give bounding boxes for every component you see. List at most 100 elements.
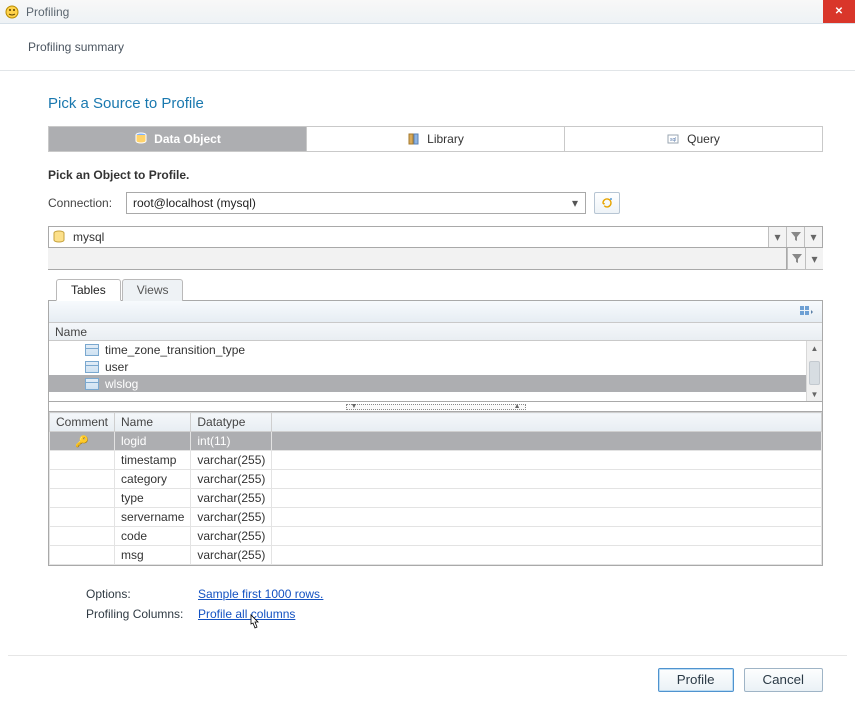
database-menu-arrow[interactable]: ▾: [804, 227, 822, 247]
section-title: Pick a Source to Profile: [48, 95, 823, 112]
app-icon: [4, 4, 20, 20]
splitter[interactable]: ▼▲: [48, 402, 823, 412]
name-cell: logid: [115, 432, 191, 451]
blank-cell: [272, 451, 822, 470]
datatype-cell: int(11): [191, 432, 272, 451]
blank-cell: [272, 489, 822, 508]
tab-data-object-label: Data Object: [154, 132, 221, 146]
refresh-connection-button[interactable]: [594, 192, 620, 214]
filter-icon[interactable]: [787, 248, 805, 270]
summary-label: Profiling summary: [0, 24, 855, 64]
table-tree-item[interactable]: user: [49, 358, 822, 375]
col-datatype-header[interactable]: Datatype: [191, 413, 272, 432]
database-icon: [49, 230, 69, 244]
key-cell: 🔑: [50, 432, 115, 451]
database-dropdown-arrow[interactable]: ▾: [768, 227, 786, 247]
datatype-cell: varchar(255): [191, 470, 272, 489]
column-row[interactable]: categoryvarchar(255): [50, 470, 822, 489]
name-cell: timestamp: [115, 451, 191, 470]
data-object-icon: [134, 132, 148, 146]
chevron-down-icon: ▾: [567, 196, 583, 210]
tables-panel: Name time_zone_transition_typeuser wlslog…: [48, 300, 823, 402]
source-tab-bar: Data Object Library sql Query: [48, 126, 823, 152]
profile-button[interactable]: Profile: [658, 668, 734, 692]
window-titlebar: Profiling ✕: [0, 0, 855, 24]
blank-cell: [272, 527, 822, 546]
database-filter-icon[interactable]: [786, 227, 804, 247]
tab-library[interactable]: Library: [307, 127, 565, 151]
datatype-cell: varchar(255): [191, 451, 272, 470]
database-selector[interactable]: mysql ▾ ▾: [48, 226, 823, 248]
column-row[interactable]: timestampvarchar(255): [50, 451, 822, 470]
blank-cell: [272, 432, 822, 451]
options-block: Options: Sample first 1000 rows. Profili…: [86, 584, 823, 624]
connection-row: Connection: root@localhost (mysql) ▾: [48, 192, 823, 214]
tab-data-object[interactable]: Data Object: [49, 127, 307, 151]
profile-all-columns-link[interactable]: Profile all columns: [198, 607, 295, 621]
column-row[interactable]: 🔑 logidint(11): [50, 432, 822, 451]
button-bar: Profile Cancel: [658, 668, 823, 692]
profiling-columns-label: Profiling Columns:: [86, 607, 198, 621]
options-label: Options:: [86, 587, 198, 601]
columns-grid: Comment Name Datatype 🔑 logidint(11)times…: [48, 412, 823, 566]
blank-cell: [272, 470, 822, 489]
library-icon: [407, 132, 421, 146]
scroll-up-icon[interactable]: ▲: [807, 341, 822, 355]
view-options-button[interactable]: [798, 304, 816, 320]
table-tree-item-label: time_zone_transition_type: [105, 343, 245, 357]
connection-dropdown[interactable]: root@localhost (mysql) ▾: [126, 192, 586, 214]
connection-label: Connection:: [48, 196, 118, 210]
filter-menu-arrow[interactable]: ▾: [805, 248, 823, 270]
tables-views-tabbar: Tables Views: [48, 278, 823, 300]
datatype-cell: varchar(255): [191, 508, 272, 527]
name-cell: servername: [115, 508, 191, 527]
datatype-cell: varchar(255): [191, 527, 272, 546]
name-column-header[interactable]: Name: [49, 323, 822, 341]
table-tree-item[interactable]: wlslog: [49, 375, 822, 392]
col-name-header[interactable]: Name: [115, 413, 191, 432]
key-cell: [50, 489, 115, 508]
tab-views[interactable]: Views: [122, 279, 184, 301]
filter-input[interactable]: [48, 248, 787, 270]
table-tree-item[interactable]: time_zone_transition_type: [49, 341, 822, 358]
sample-rows-text: Sample first 1000 rows.: [198, 587, 323, 601]
connection-value: root@localhost (mysql): [133, 196, 567, 210]
column-row[interactable]: msgvarchar(255): [50, 546, 822, 565]
scroll-down-icon[interactable]: ▼: [807, 387, 822, 401]
scrollbar[interactable]: ▲ ▼: [806, 341, 822, 401]
table-tree-item-label: wlslog: [105, 377, 138, 391]
window-title: Profiling: [26, 5, 823, 19]
svg-text:sql: sql: [670, 137, 676, 143]
scroll-thumb[interactable]: [809, 361, 820, 385]
tab-query[interactable]: sql Query: [565, 127, 822, 151]
tables-toolbar: [49, 301, 822, 323]
table-icon: [85, 378, 99, 390]
sample-rows-link[interactable]: Sample first 1000 rows.: [198, 587, 323, 601]
key-cell: [50, 527, 115, 546]
key-cell: [50, 508, 115, 527]
column-row[interactable]: typevarchar(255): [50, 489, 822, 508]
name-cell: category: [115, 470, 191, 489]
key-cell: [50, 451, 115, 470]
tab-views-label: Views: [137, 283, 169, 297]
profile-all-columns-text: Profile all columns: [198, 607, 295, 621]
cancel-button[interactable]: Cancel: [744, 668, 824, 692]
tab-tables[interactable]: Tables: [56, 279, 121, 301]
profile-button-label: Profile: [677, 669, 715, 691]
close-icon: ✕: [835, 6, 843, 17]
cancel-button-label: Cancel: [763, 669, 805, 691]
column-row[interactable]: codevarchar(255): [50, 527, 822, 546]
col-comment-header[interactable]: Comment: [50, 413, 115, 432]
tab-tables-label: Tables: [71, 283, 106, 297]
database-value: mysql: [69, 230, 768, 244]
close-button[interactable]: ✕: [823, 0, 855, 23]
tab-query-label: Query: [687, 132, 720, 146]
table-tree-item-label: user: [105, 360, 128, 374]
tab-library-label: Library: [427, 132, 464, 146]
key-icon: 🔑: [75, 436, 89, 448]
divider: [0, 70, 855, 71]
key-cell: [50, 470, 115, 489]
column-row[interactable]: servernamevarchar(255): [50, 508, 822, 527]
key-cell: [50, 546, 115, 565]
blank-cell: [272, 546, 822, 565]
